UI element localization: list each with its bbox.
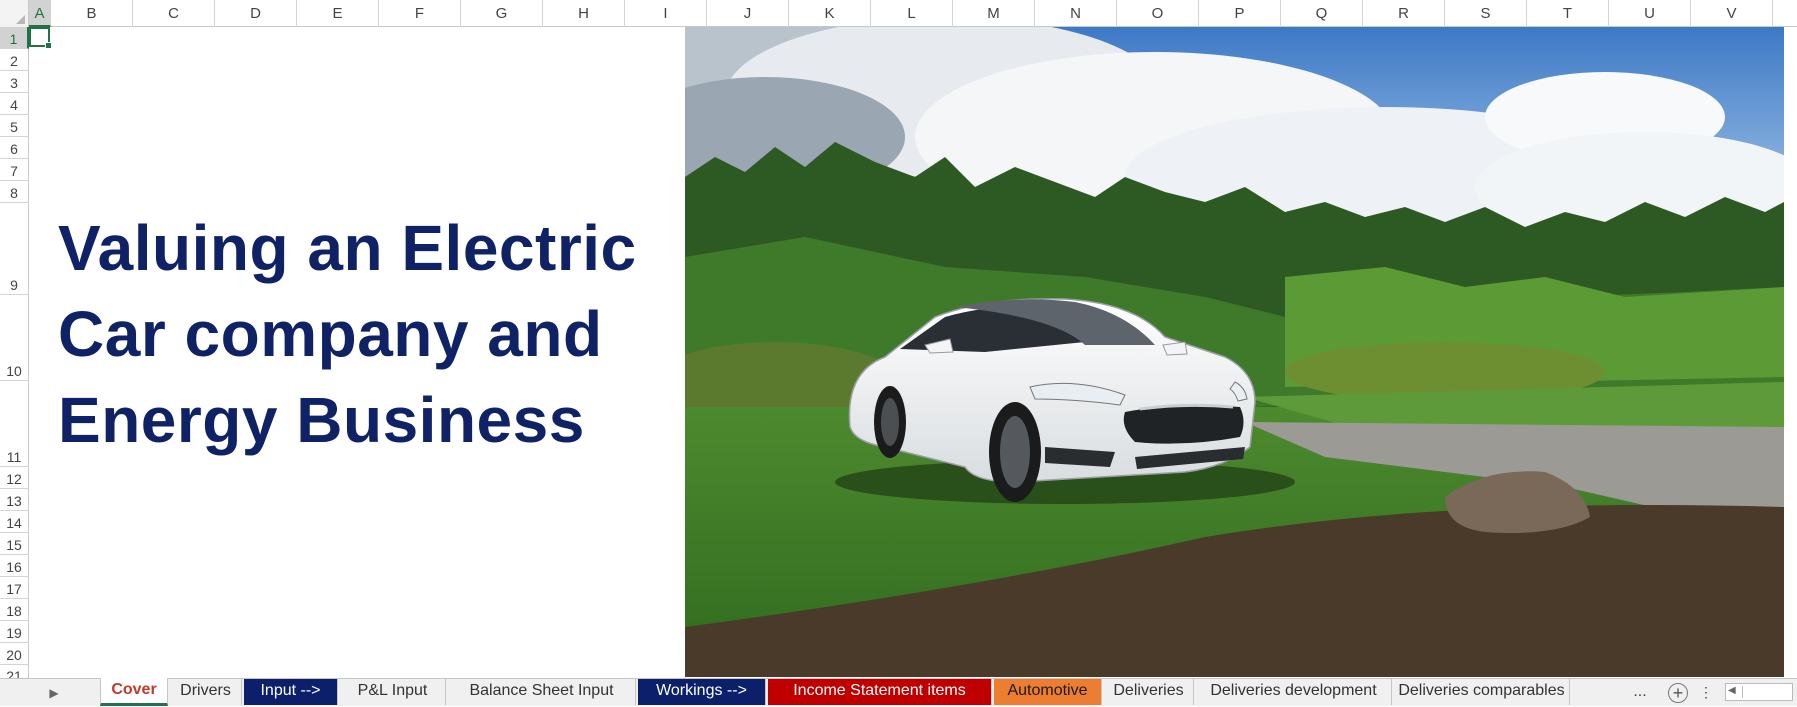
column-header-q[interactable]: Q [1281,0,1363,27]
row-header-4[interactable]: 4 [0,93,29,115]
electric-car-photo[interactable] [685,27,1784,677]
column-header-r[interactable]: R [1363,0,1445,27]
row-header-7[interactable]: 7 [0,159,29,181]
row-header-13[interactable]: 13 [0,489,29,511]
row-header-11[interactable]: 11 [0,381,29,467]
row-header-8[interactable]: 8 [0,181,29,203]
sheet-tab-p-l-input[interactable]: P&L Input [340,679,446,705]
column-header-m[interactable]: M [953,0,1035,27]
row-header-12[interactable]: 12 [0,467,29,489]
row-number: 17 [6,581,22,597]
row-number: 12 [6,471,22,487]
column-header-g[interactable]: G [461,0,543,27]
sheet-tab-cover[interactable]: Cover [100,678,168,706]
options-dots-icon[interactable]: ⋮ [1698,679,1714,707]
row-number: 4 [10,97,18,113]
nav-next-icon[interactable]: ▶ [42,679,66,707]
title-line-2: Car company and [58,298,603,370]
row-number: 3 [10,75,18,91]
sheet-tab-income-statement-items[interactable]: Income Statement items [768,679,992,705]
sheet-tab-balance-sheet-input[interactable]: Balance Sheet Input [448,679,636,705]
column-header-o[interactable]: O [1117,0,1199,27]
column-header-n[interactable]: N [1035,0,1117,27]
row-number: 13 [6,493,22,509]
row-header-3[interactable]: 3 [0,71,29,93]
sheet-tab-automotive[interactable]: Automotive [994,679,1102,705]
column-header-p[interactable]: P [1199,0,1281,27]
row-header-6[interactable]: 6 [0,137,29,159]
title-line-1: Valuing an Electric [58,212,637,284]
sheet-tab-deliveries[interactable]: Deliveries [1104,679,1194,705]
column-header-bar: ABCDEFGHIJKLMNOPQRSTUV [0,0,1797,27]
column-header-h[interactable]: H [543,0,625,27]
row-number: 5 [10,119,18,135]
row-number: 14 [6,515,22,531]
column-header-t[interactable]: T [1527,0,1609,27]
row-header-9[interactable]: 9 [0,203,29,295]
row-number: 2 [10,53,18,69]
row-number: 6 [10,141,18,157]
row-header-19[interactable]: 19 [0,621,29,643]
row-header-20[interactable]: 20 [0,643,29,665]
sheet-tab-deliveries-comparables[interactable]: Deliveries comparables [1394,679,1570,705]
title-line-3: Energy Business [58,384,585,456]
row-number: 18 [6,603,22,619]
column-header-i[interactable]: I [625,0,707,27]
row-number: 20 [6,647,22,663]
row-header-16[interactable]: 16 [0,555,29,577]
column-header-s[interactable]: S [1445,0,1527,27]
horizontal-scrollbar[interactable]: ◀ [1725,683,1793,701]
row-number: 11 [6,449,22,465]
column-header-l[interactable]: L [871,0,953,27]
sheet-tab-bar: ▶ Cover Drivers Input --> P&L Input Balance … [0,678,1797,706]
column-header-e[interactable]: E [297,0,379,27]
row-header-14[interactable]: 14 [0,511,29,533]
row-number: 7 [10,163,18,179]
active-cell-a1[interactable] [29,27,52,49]
scroll-left-icon[interactable]: ◀ [1728,685,1736,696]
row-header-17[interactable]: 17 [0,577,29,599]
sheet-tab-input[interactable]: Input --> [244,679,338,705]
add-sheet-icon[interactable]: + [1668,683,1688,703]
row-header-15[interactable]: 15 [0,533,29,555]
row-header-5[interactable]: 5 [0,115,29,137]
more-tabs-button[interactable]: ... [1629,679,1651,707]
row-number: 10 [6,363,22,379]
column-header-c[interactable]: C [133,0,215,27]
row-number: 19 [6,625,22,641]
column-header-k[interactable]: K [789,0,871,27]
row-header-1[interactable]: 1 [0,27,29,49]
column-header-a[interactable]: A [29,0,51,27]
row-header-2[interactable]: 2 [0,49,29,71]
row-number: 1 [9,31,18,47]
column-header-v[interactable]: V [1691,0,1773,27]
sheet-tab-workings[interactable]: Workings --> [638,679,766,705]
select-all-corner[interactable] [0,0,29,27]
column-header-j[interactable]: J [707,0,789,27]
car-image [685,27,1784,677]
sheet-tab-drivers[interactable]: Drivers [170,679,242,705]
column-header-u[interactable]: U [1609,0,1691,27]
row-number: 16 [6,559,22,575]
cover-title: Valuing an Electric Car company and Ener… [58,205,678,463]
column-header-b[interactable]: B [51,0,133,27]
row-header-10[interactable]: 10 [0,295,29,381]
nav-prev-icon[interactable] [6,679,30,707]
row-header-18[interactable]: 18 [0,599,29,621]
column-header-d[interactable]: D [215,0,297,27]
row-number: 9 [10,277,18,293]
sheet-tab-deliveries-development[interactable]: Deliveries development [1196,679,1392,705]
row-number: 15 [6,537,22,553]
column-header-f[interactable]: F [379,0,461,27]
row-number: 8 [10,185,18,201]
